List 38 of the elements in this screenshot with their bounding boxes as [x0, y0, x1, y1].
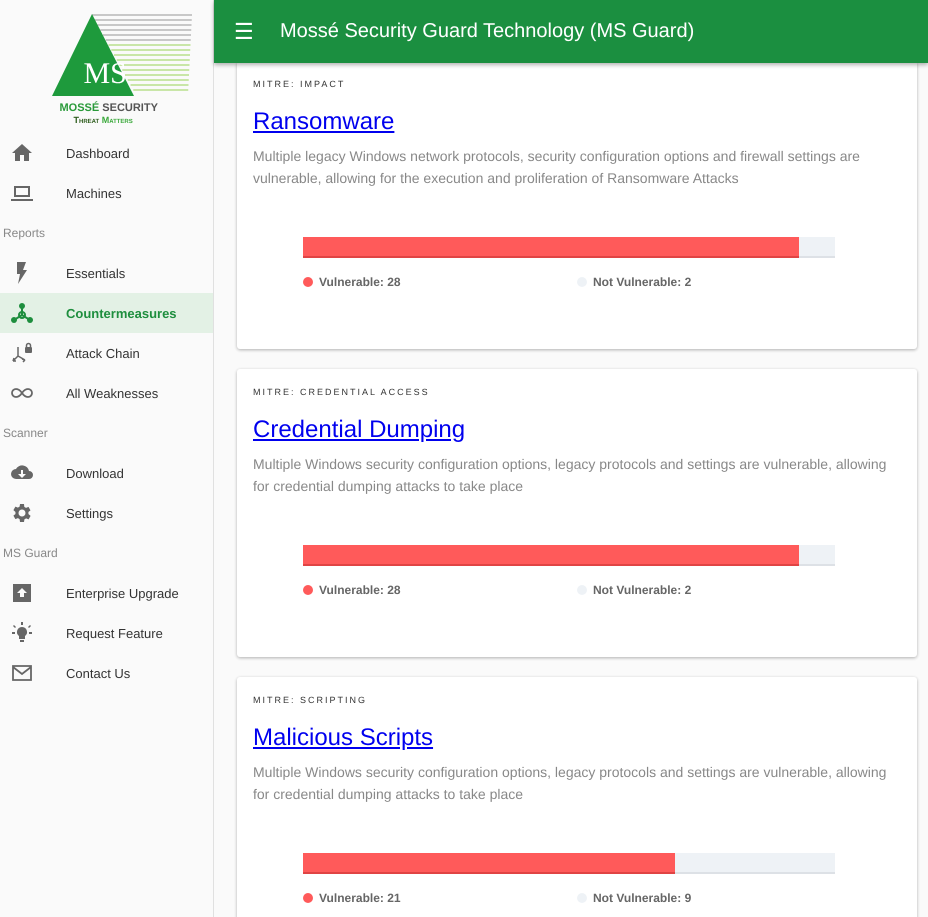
legend-label: Vulnerable: 21	[319, 891, 401, 905]
nav-item[interactable]: Download	[0, 453, 213, 493]
description: Multiple Windows security configuration options, legacy protocols and settings are vulnerable, allowing for credential dumping attacks to take place	[253, 763, 888, 804]
legend-label: Vulnerable: 28	[319, 583, 401, 597]
title-link[interactable]: Malicious Scripts	[253, 723, 434, 753]
branch-lock-icon	[10, 341, 34, 365]
category-label: MITRE: IMPACT	[253, 79, 346, 89]
legend-label: Not Vulnerable: 9	[593, 891, 692, 905]
title-link[interactable]: Ransomware	[253, 107, 394, 137]
app-title: Mossé Security Guard Technology (MS Guard)	[280, 20, 694, 43]
nav-item[interactable]: Machines	[0, 173, 213, 213]
legend-label: Vulnerable: 28	[319, 275, 401, 289]
lightbulb-icon	[10, 621, 34, 645]
legend-label: Not Vulnerable: 2	[593, 583, 692, 597]
description: Multiple legacy Windows network protocols, security configuration options and firewall settings are vulnerable, allowing for the execution and proliferation of Ransomware Attacks	[253, 147, 861, 188]
section-heading: MS Guard	[2, 545, 59, 562]
section-heading: Reports	[2, 225, 46, 242]
network-icon	[10, 301, 34, 325]
nav-item[interactable]: Contact Us	[0, 653, 213, 693]
category-label: MITRE: SCRIPTING	[253, 695, 368, 705]
nav-item[interactable]: Essentials	[0, 253, 213, 293]
nav-item[interactable]: Enterprise Upgrade	[0, 573, 213, 613]
nav-item[interactable]: Attack Chain	[0, 333, 213, 373]
category-label: MITRE: CREDENTIAL ACCESS	[253, 387, 431, 397]
nav-item[interactable]: Settings	[0, 493, 213, 533]
description: Multiple Windows security configuration options, legacy protocols and settings are vulnerable, allowing for credential dumping attacks to take place	[253, 455, 888, 496]
logo-initials: MS	[84, 58, 127, 90]
title-link[interactable]: Credential Dumping	[253, 415, 466, 445]
brand-name: MOSSÉ SECURITY	[60, 102, 158, 114]
nav-item[interactable]: Dashboard	[0, 133, 213, 173]
nav-item[interactable]: Request Feature	[0, 613, 213, 653]
brand-tagline: Threat Matters	[74, 115, 133, 125]
section-heading: Scanner	[2, 425, 49, 442]
legend-label: Not Vulnerable: 2	[593, 275, 692, 289]
nav-item[interactable]: All Weaknesses	[0, 373, 213, 413]
nav-item[interactable]: Countermeasures	[0, 293, 213, 333]
upload-icon	[10, 581, 34, 605]
menu-button[interactable]: ☰	[230, 18, 258, 44]
